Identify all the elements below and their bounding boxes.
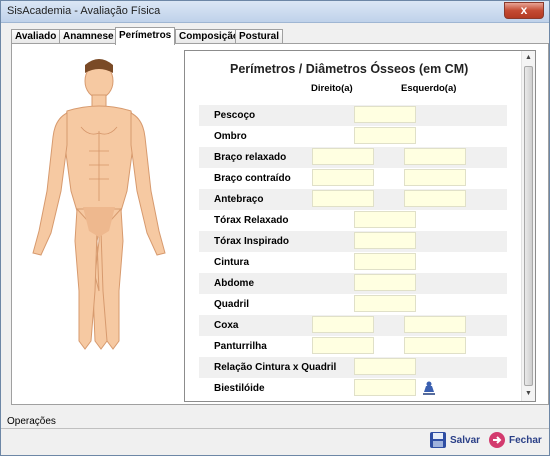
close-label: Fechar (509, 435, 542, 446)
ombro-input[interactable] (354, 127, 416, 144)
row-label: Biestilóide (214, 383, 265, 394)
row-label: Tórax Relaxado (214, 215, 289, 226)
row-antebraco: Antebraço (199, 189, 507, 210)
row-coxa: Coxa (199, 315, 507, 336)
row-label: Braço relaxado (214, 152, 287, 163)
pescoco-input[interactable] (354, 106, 416, 123)
vertical-scrollbar[interactable]: ▲ ▼ (521, 51, 535, 401)
window-title: SisAcademia - Avaliação Física (7, 5, 161, 17)
row-label: Abdome (214, 278, 254, 289)
panturrilha-left-input[interactable] (404, 337, 466, 354)
row-label: Coxa (214, 320, 239, 331)
row-label: Cintura (214, 257, 249, 268)
cintura-input[interactable] (354, 253, 416, 270)
braco-relaxado-right-input[interactable] (312, 148, 374, 165)
coxa-right-input[interactable] (312, 316, 374, 333)
row-relacao-cintura-quadril: Relação Cintura x Quadril (199, 357, 507, 378)
torax-inspirado-input[interactable] (354, 232, 416, 249)
braco-relaxado-left-input[interactable] (404, 148, 466, 165)
operations-label: Operações (7, 416, 56, 427)
antebraco-right-input[interactable] (312, 190, 374, 207)
relacao-cintura-quadril-input[interactable] (354, 358, 416, 375)
tab-perimetros[interactable]: Perímetros (115, 27, 176, 45)
measurements-form: Perímetros / Diâmetros Ósseos (em CM) Di… (184, 50, 536, 402)
row-quadril: Quadril (199, 294, 507, 315)
save-button[interactable]: Salvar (429, 431, 483, 451)
scroll-up-arrow-icon[interactable]: ▲ (522, 51, 535, 65)
row-label: Quadril (214, 299, 250, 310)
title-bar[interactable]: SisAcademia - Avaliação Física x (1, 1, 549, 23)
antebraco-left-input[interactable] (404, 190, 466, 207)
braco-contraido-right-input[interactable] (312, 169, 374, 186)
column-header-left: Esquerdo(a) (401, 83, 457, 94)
body-illustration-image (32, 59, 166, 350)
coxa-left-input[interactable] (404, 316, 466, 333)
scroll-down-arrow-icon[interactable]: ▼ (522, 387, 535, 401)
row-torax-inspirado: Tórax Inspirado (199, 231, 507, 252)
row-label: Antebraço (214, 194, 264, 205)
row-biestiloide: Biestilóide (199, 378, 507, 399)
main-window: SisAcademia - Avaliação Física x Avaliad… (0, 0, 550, 456)
row-label: Panturrilha (214, 341, 267, 352)
quadril-input[interactable] (354, 295, 416, 312)
biestiloide-input[interactable] (354, 379, 416, 396)
calculator-icon[interactable] (421, 380, 437, 396)
operations-divider (1, 428, 549, 429)
column-header-right: Direito(a) (311, 83, 353, 94)
row-braco-relaxado: Braço relaxado (199, 147, 507, 168)
scroll-thumb[interactable] (524, 66, 533, 386)
close-button[interactable]: Fechar (488, 431, 544, 451)
tab-postural[interactable]: Postural (235, 29, 284, 44)
row-cintura: Cintura (199, 252, 507, 273)
row-label: Tórax Inspirado (214, 236, 290, 247)
row-braco-contraido: Braço contraído (199, 168, 507, 189)
braco-contraido-left-input[interactable] (404, 169, 466, 186)
form-title: Perímetros / Diâmetros Ósseos (em CM) (230, 62, 469, 76)
torax-relaxado-input[interactable] (354, 211, 416, 228)
floppy-disk-icon (430, 432, 446, 448)
row-label: Pescoço (214, 110, 256, 121)
row-label: Ombro (214, 131, 247, 142)
save-label: Salvar (450, 435, 481, 446)
row-torax-relaxado: Tórax Relaxado (199, 210, 507, 231)
window-close-button[interactable]: x (504, 2, 544, 19)
row-ombro: Ombro (199, 126, 507, 147)
panturrilha-right-input[interactable] (312, 337, 374, 354)
row-pescoco: Pescoço (199, 105, 507, 126)
row-panturrilha: Panturrilha (199, 336, 507, 357)
row-abdome: Abdome (199, 273, 507, 294)
exit-arrow-icon (489, 432, 505, 448)
row-label: Braço contraído (214, 173, 291, 184)
row-label: Relação Cintura x Quadril (214, 362, 337, 373)
abdome-input[interactable] (354, 274, 416, 291)
